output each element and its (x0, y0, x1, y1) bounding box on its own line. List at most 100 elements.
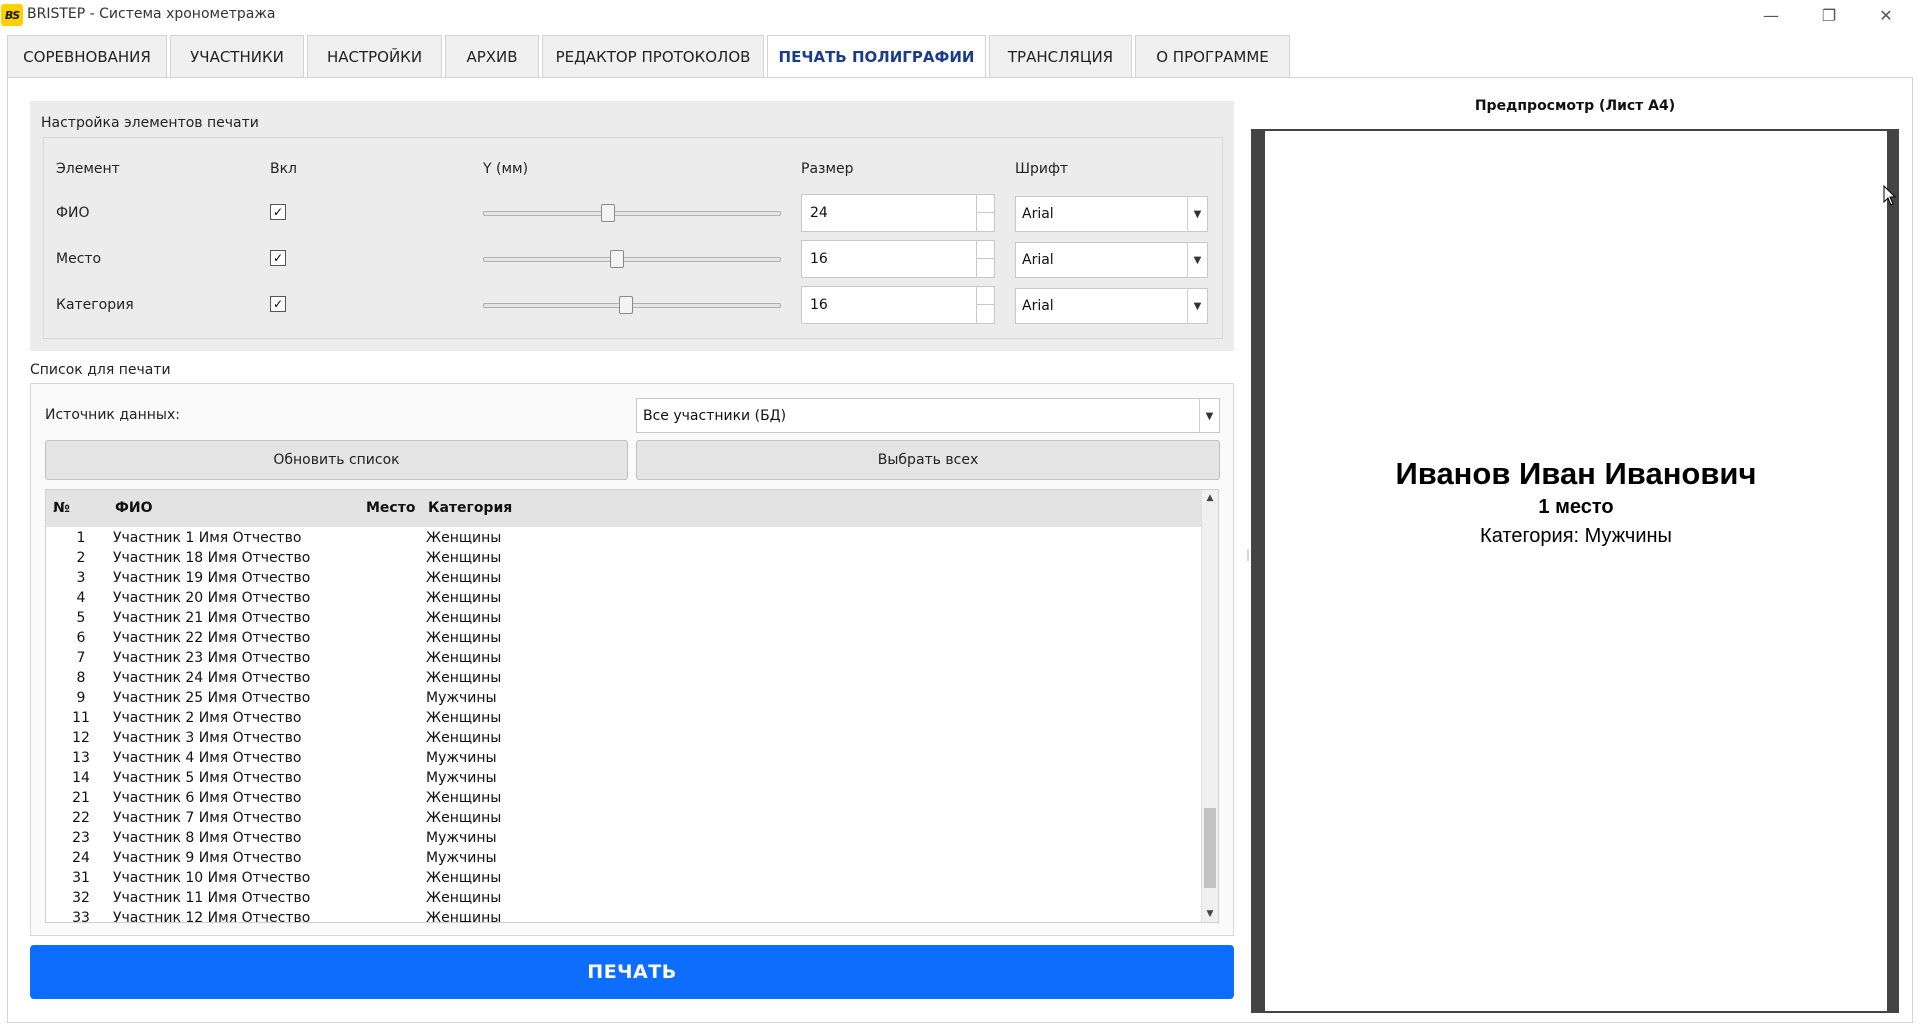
name-enabled-checkbox[interactable]: ✓ (270, 204, 286, 220)
tab-archive[interactable]: АРХИВ (445, 35, 539, 77)
cell-name: Участник 9 Имя Отчество (113, 850, 302, 866)
category-enabled-checkbox[interactable]: ✓ (270, 296, 286, 312)
name-font-select[interactable]: Arial ▼ (1015, 196, 1208, 232)
name-size-spinbox[interactable]: 24 (801, 194, 995, 232)
table-row[interactable]: 6 Участник 22 Имя Отчество Женщины (46, 628, 1202, 648)
name-font-value: Arial (1022, 206, 1054, 222)
tab-broadcast[interactable]: ТРАНСЛЯЦИЯ (989, 35, 1132, 77)
cell-num: 3 (76, 570, 86, 586)
restore-button[interactable]: ❐ (1801, 0, 1857, 30)
tab-participants[interactable]: УЧАСТНИКИ (170, 35, 304, 77)
select-all-button[interactable]: Выбрать всех (636, 440, 1220, 480)
cell-name: Участник 18 Имя Отчество (113, 550, 311, 566)
close-button[interactable]: ✕ (1858, 0, 1914, 30)
refresh-list-button[interactable]: Обновить список (45, 440, 628, 480)
table-row[interactable]: 33 Участник 12 Имя Отчество Женщины (46, 908, 1202, 923)
data-source-value: Все участники (БД) (643, 408, 787, 424)
table-row[interactable]: 4 Участник 20 Имя Отчество Женщины (46, 588, 1202, 608)
place-size-value: 16 (810, 251, 828, 267)
table-row[interactable]: 24 Участник 9 Имя Отчество Мужчины (46, 848, 1202, 868)
cell-category: Женщины (426, 670, 502, 686)
minimize-button[interactable]: — (1743, 0, 1799, 30)
category-font-select[interactable]: Arial ▼ (1015, 288, 1208, 324)
header-place[interactable]: Место (366, 500, 415, 516)
preview-name: Иванов Иван Иванович (1395, 456, 1757, 491)
cell-category: Мужчины (426, 830, 497, 846)
table-row[interactable]: 3 Участник 19 Имя Отчество Женщины (46, 568, 1202, 588)
cell-name: Участник 1 Имя Отчество (113, 530, 302, 546)
scroll-down-icon[interactable]: ▼ (1202, 906, 1218, 922)
table-row[interactable]: 12 Участник 3 Имя Отчество Женщины (46, 728, 1202, 748)
tab-competitions[interactable]: СОРЕВНОВАНИЯ (7, 35, 167, 77)
cell-num: 33 (72, 910, 90, 923)
column-header-y: Y (мм) (483, 161, 529, 177)
scrollbar-thumb[interactable] (1204, 808, 1216, 888)
cell-num: 9 (76, 690, 86, 706)
participants-table[interactable]: № ФИО Место Категория 1 Участник 1 Имя От… (45, 489, 1219, 923)
cell-num: 2 (76, 550, 86, 566)
chevron-down-icon[interactable]: ▼ (1199, 399, 1219, 433)
table-row[interactable]: 7 Участник 23 Имя Отчество Женщины (46, 648, 1202, 668)
cell-num: 8 (76, 670, 86, 686)
place-y-slider-thumb[interactable] (610, 250, 624, 268)
header-category[interactable]: Категория (428, 500, 512, 516)
table-row[interactable]: 2 Участник 18 Имя Отчество Женщины (46, 548, 1202, 568)
table-row[interactable]: 9 Участник 25 Имя Отчество Мужчины (46, 688, 1202, 708)
cell-num: 22 (72, 810, 90, 826)
cell-name: Участник 19 Имя Отчество (113, 570, 311, 586)
place-size-spin-buttons[interactable] (976, 241, 994, 277)
header-name[interactable]: ФИО (115, 500, 153, 516)
table-row[interactable]: 21 Участник 6 Имя Отчество Женщины (46, 788, 1202, 808)
scroll-up-icon[interactable]: ▲ (1202, 490, 1218, 506)
table-row[interactable]: 5 Участник 21 Имя Отчество Женщины (46, 608, 1202, 628)
tab-settings[interactable]: НАСТРОЙКИ (307, 35, 442, 77)
table-row[interactable]: 23 Участник 8 Имя Отчество Мужчины (46, 828, 1202, 848)
print-list-title: Список для печати (30, 362, 171, 378)
table-row[interactable]: 31 Участник 10 Имя Отчество Женщины (46, 868, 1202, 888)
print-button[interactable]: ПЕЧАТЬ (30, 945, 1234, 999)
cell-category: Женщины (426, 890, 502, 906)
table-row[interactable]: 1 Участник 1 Имя Отчество Женщины (46, 528, 1202, 548)
chevron-down-icon[interactable]: ▼ (1187, 289, 1207, 323)
cell-category: Женщины (426, 910, 502, 923)
data-source-select[interactable]: Все участники (БД) ▼ (636, 398, 1220, 433)
name-size-spin-buttons[interactable] (976, 195, 994, 231)
tab-about[interactable]: О ПРОГРАММЕ (1135, 35, 1290, 77)
cell-num: 12 (72, 730, 90, 746)
chevron-down-icon[interactable]: ▼ (1187, 197, 1207, 231)
place-enabled-checkbox[interactable]: ✓ (270, 250, 286, 266)
splitter-handle[interactable] (1247, 549, 1249, 561)
table-row[interactable]: 13 Участник 4 Имя Отчество Мужчины (46, 748, 1202, 768)
cell-num: 6 (76, 630, 86, 646)
category-y-slider-thumb[interactable] (619, 296, 633, 314)
category-y-slider[interactable] (483, 296, 781, 314)
cell-category: Мужчины (426, 770, 497, 786)
place-y-slider[interactable] (483, 250, 781, 268)
setting-row-label-name: ФИО (56, 205, 90, 221)
table-row[interactable]: 14 Участник 5 Имя Отчество Мужчины (46, 768, 1202, 788)
category-size-value: 16 (810, 297, 828, 313)
cell-category: Женщины (426, 870, 502, 886)
preview-place: 1 место (1538, 496, 1614, 518)
tab-protocol-editor[interactable]: РЕДАКТОР ПРОТОКОЛОВ (542, 35, 764, 77)
table-row[interactable]: 11 Участник 2 Имя Отчество Женщины (46, 708, 1202, 728)
table-row[interactable]: 32 Участник 11 Имя Отчество Женщины (46, 888, 1202, 908)
name-size-value: 24 (810, 205, 828, 221)
place-size-spinbox[interactable]: 16 (801, 240, 995, 278)
place-font-select[interactable]: Arial ▼ (1015, 242, 1208, 278)
tab-print[interactable]: ПЕЧАТЬ ПОЛИГРАФИИ (767, 35, 986, 78)
chevron-down-icon[interactable]: ▼ (1187, 243, 1207, 277)
table-row[interactable]: 8 Участник 24 Имя Отчество Женщины (46, 668, 1202, 688)
name-y-slider-thumb[interactable] (601, 204, 615, 222)
table-row[interactable]: 22 Участник 7 Имя Отчество Женщины (46, 808, 1202, 828)
preview-page: Иванов Иван Иванович 1 место Категория: … (1265, 131, 1887, 1011)
category-size-spinbox[interactable]: 16 (801, 286, 995, 324)
cell-name: Участник 2 Имя Отчество (113, 710, 302, 726)
category-size-spin-buttons[interactable] (976, 287, 994, 323)
cell-num: 11 (72, 710, 90, 726)
header-num[interactable]: № (53, 500, 70, 516)
name-y-slider[interactable] (483, 204, 781, 222)
table-scrollbar[interactable]: ▲ ▼ (1201, 490, 1218, 922)
setting-row-label-place: Место (56, 251, 102, 267)
column-header-enabled: Вкл (270, 161, 298, 177)
